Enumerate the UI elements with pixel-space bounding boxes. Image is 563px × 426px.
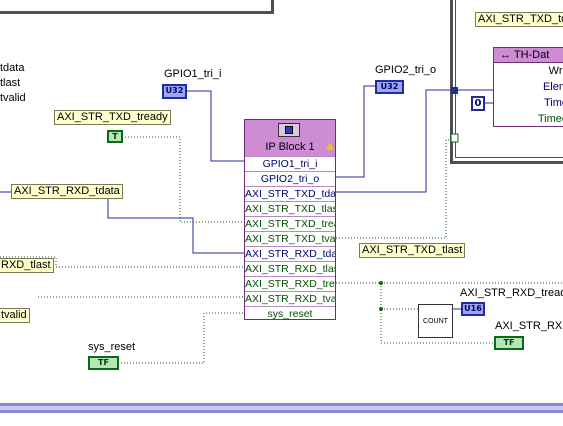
- gpio2-terminal[interactable]: U32: [375, 80, 404, 94]
- gpio1-label[interactable]: GPIO1_tri_i: [164, 68, 221, 81]
- wire-txd-tvalid: [336, 139, 454, 239]
- wire-rxd-tdata: [107, 191, 245, 254]
- ip-block-node[interactable]: IP Block 1 GPIO1_tri_i GPIO2_tri_o AXI_S…: [244, 119, 336, 320]
- sys-reset-terminal[interactable]: TF: [88, 356, 119, 370]
- ip-row-axi-str-rxd-tlast[interactable]: AXI_STR_RXD_tlast: [245, 261, 335, 276]
- th-data-title: TH-Dat: [513, 49, 550, 61]
- left-partial-rxd-tlast-label[interactable]: RXD_tlast: [0, 258, 54, 273]
- sys-reset-label[interactable]: sys_reset: [88, 341, 135, 354]
- txd-tlast-label[interactable]: AXI_STR_TXD_tlast: [359, 243, 466, 258]
- ip-row-axi-str-txd-tready[interactable]: AXI_STR_TXD_tread: [245, 216, 335, 231]
- rxd-tdata-label[interactable]: AXI_STR_RXD_tdata: [11, 184, 123, 199]
- txd-tready-label[interactable]: AXI_STR_TXD_tready: [54, 110, 171, 125]
- wire-sys-reset: [118, 312, 245, 364]
- wire-txd-tready: [122, 136, 245, 223]
- ip-row-gpio2-tri-o[interactable]: GPIO2_tri_o: [245, 171, 335, 186]
- wire-gpio1: [186, 90, 245, 162]
- left-partial-tvalid: tvalid: [0, 92, 26, 104]
- wire-junction: [379, 307, 383, 311]
- rxd-tready-label[interactable]: AXI_STR_RXD_tready: [460, 287, 563, 300]
- ip-row-sys-reset[interactable]: sys_reset: [245, 306, 335, 321]
- th-data-header: ↔ TH-Dat: [494, 48, 563, 63]
- ip-row-axi-str-rxd-tdata[interactable]: AXI_STR_RXD_tdat: [245, 246, 335, 261]
- count-label: COUNT: [423, 318, 448, 325]
- ip-row-gpio1-tri-i[interactable]: GPIO1_tri_i: [245, 156, 335, 171]
- loop-tunnel-blue: [451, 87, 458, 94]
- arrow-icon: ↔: [500, 49, 514, 61]
- count-node[interactable]: COUNT: [418, 304, 453, 338]
- rxd-tready-terminal[interactable]: U16: [461, 302, 485, 316]
- txd-tdata-top-label[interactable]: AXI_STR_TXD_td: [475, 12, 563, 27]
- left-partial-tlast: tlast: [0, 77, 21, 89]
- ip-row-axi-str-txd-tdata[interactable]: AXI_STR_TXD_tdat: [245, 186, 335, 201]
- fpga-chip-icon: [278, 123, 300, 137]
- txd-tready-terminal[interactable]: T: [107, 130, 123, 143]
- loop-tunnel-green: [450, 133, 459, 143]
- wire-junction: [379, 281, 383, 285]
- th-row-timeout[interactable]: Time: [494, 96, 563, 111]
- th-row-element[interactable]: Elem: [494, 80, 563, 95]
- gpio2-label[interactable]: GPIO2_tri_o: [375, 64, 436, 77]
- zero-constant[interactable]: 0: [471, 96, 485, 111]
- wire-gpio2: [336, 85, 375, 178]
- ip-row-axi-str-txd-tvalid[interactable]: AXI_STR_TXD_tvali: [245, 231, 335, 246]
- left-partial-tvalid-label[interactable]: tvalid: [0, 308, 30, 323]
- th-row-write[interactable]: Writ: [494, 64, 563, 79]
- gpio1-terminal[interactable]: U32: [162, 84, 187, 99]
- ip-row-axi-str-txd-tlast[interactable]: AXI_STR_TXD_tlast: [245, 201, 335, 216]
- th-data-node[interactable]: ↔ TH-Dat Writ Elem Time Timed: [493, 47, 563, 127]
- left-partial-tdata: tdata: [0, 62, 25, 74]
- rxd-tvalid-terminal[interactable]: TF: [494, 336, 524, 350]
- ip-row-axi-str-rxd-tready[interactable]: AXI_STR_RXD_tread: [245, 276, 335, 291]
- ip-row-axi-str-rxd-tvalid[interactable]: AXI_STR_RXD_tvali: [245, 291, 335, 306]
- ip-block-title: IP Block 1: [265, 141, 315, 153]
- th-row-timed-out[interactable]: Timed: [494, 112, 563, 127]
- ip-block-header: IP Block 1: [245, 120, 335, 157]
- rxd-tvalid-label[interactable]: AXI_STR_RXD_: [495, 320, 563, 333]
